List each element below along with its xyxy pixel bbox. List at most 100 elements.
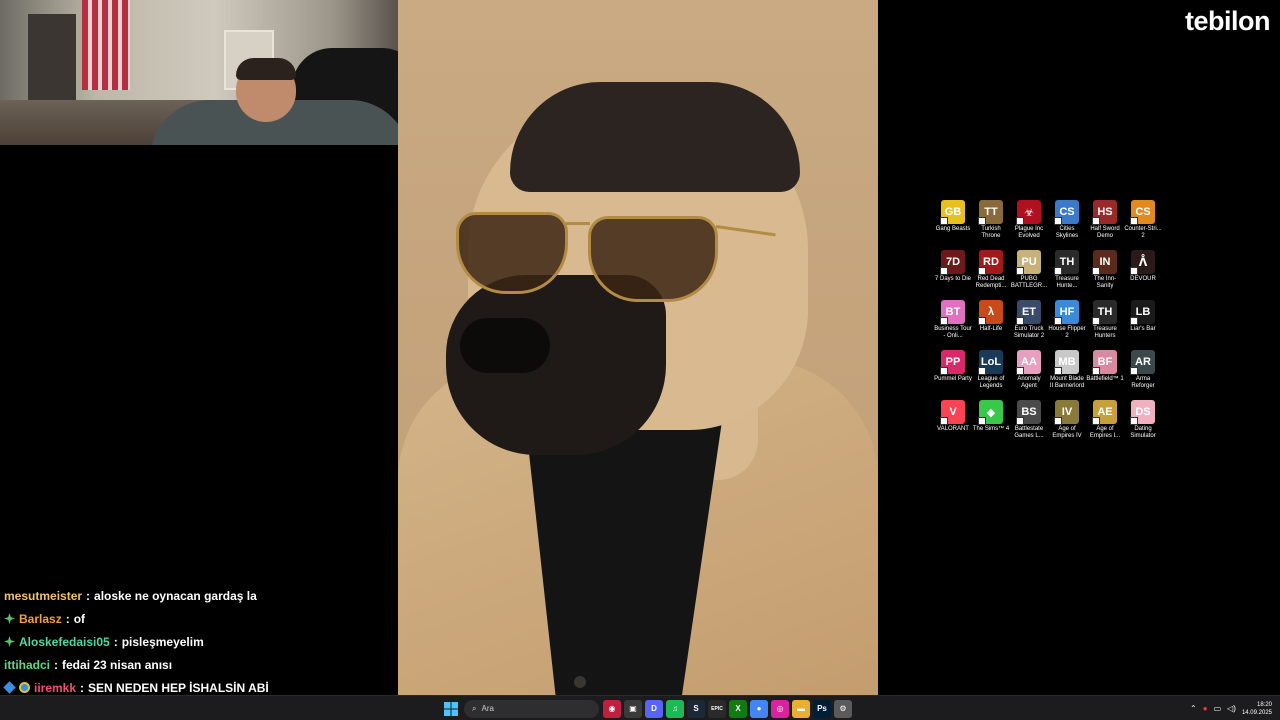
- desktop-shortcut[interactable]: IN The Inn-Sanity: [1086, 250, 1124, 300]
- desktop-shortcut[interactable]: ☣ Plague Inc Evolved: [1010, 200, 1048, 250]
- taskbar-xbox-icon[interactable]: X: [729, 699, 747, 718]
- desktop-shortcut[interactable]: CS Cities Skylines: [1048, 200, 1086, 250]
- game-shortcut-icon: CS: [1054, 200, 1079, 225]
- taskbar-stream-app-icon[interactable]: ◉: [603, 699, 621, 718]
- desktop-shortcut[interactable]: DS Dating Simulator: [1124, 400, 1162, 450]
- dog-nose: [460, 318, 550, 373]
- desktop-shortcut-label: Anomaly Agent: [1017, 376, 1041, 389]
- game-shortcut-icon: ᐰ: [1130, 250, 1155, 275]
- taskbar-steam-icon[interactable]: S: [687, 699, 705, 718]
- game-shortcut-icon: BF: [1092, 350, 1117, 375]
- chat-username[interactable]: mesutmeister: [4, 589, 82, 603]
- desktop-shortcut[interactable]: ET Euro Truck Simulator 2: [1010, 300, 1048, 350]
- desktop-shortcut-label: Half-Life: [979, 326, 1003, 332]
- chat-message-text: of: [73, 611, 86, 626]
- game-shortcut-icon: TH: [1092, 300, 1117, 325]
- chat-separator: :: [80, 680, 85, 695]
- desktop-shortcut[interactable]: ᐰ DEVOUR: [1124, 250, 1162, 300]
- desktop-shortcut[interactable]: AE Age of Empires I...: [1086, 400, 1124, 450]
- taskbar-photoshop-icon[interactable]: Ps: [813, 699, 831, 718]
- chat-message-text: aloske ne oynacan gardaş la: [94, 588, 257, 603]
- chat-message-text: SEN NEDEN HEP İSHALSİN ABİ: [88, 680, 269, 695]
- chat-username[interactable]: iiremkk: [34, 681, 76, 695]
- desktop-shortcut[interactable]: LB Liar's Bar: [1124, 300, 1162, 350]
- game-shortcut-icon: MB: [1054, 350, 1079, 375]
- chat-username[interactable]: ittihadci: [4, 658, 50, 672]
- desktop-shortcut[interactable]: HS Half Sword Demo: [1086, 200, 1124, 250]
- desktop-shortcut[interactable]: HF House Flipper 2: [1048, 300, 1086, 350]
- desktop-shortcut-label: 7 Days to Die: [934, 276, 971, 282]
- game-shortcut-icon: LoL: [978, 350, 1003, 375]
- desktop-shortcut[interactable]: BF Battlefield™ 1: [1086, 350, 1124, 400]
- desktop-shortcut[interactable]: CS Counter-Stri... 2: [1124, 200, 1162, 250]
- desktop-shortcut-label: Age of Empires I...: [1089, 426, 1121, 439]
- taskbar-instagram-icon[interactable]: ◎: [771, 699, 789, 718]
- webcam-person-hair: [236, 58, 296, 80]
- desktop-shortcut[interactable]: GB Gang Beasts: [934, 200, 972, 250]
- desktop-shortcut[interactable]: TT Turkish Throne: [972, 200, 1010, 250]
- webcam-shelf: [28, 14, 76, 104]
- desktop-shortcut-label: Liar's Bar: [1130, 326, 1156, 332]
- desktop-shortcut[interactable]: BT Business Tour - Onli...: [934, 300, 972, 350]
- taskbar-settings-icon[interactable]: ⚙: [834, 699, 852, 718]
- desktop-shortcut[interactable]: TH Treasure Hunters: [1086, 300, 1124, 350]
- chat-username[interactable]: Aloskefedaisi05: [19, 635, 110, 649]
- taskbar-epic-games-icon[interactable]: EPIC: [708, 699, 726, 718]
- desktop-shortcut[interactable]: PP Pummel Party: [934, 350, 972, 400]
- game-shortcut-icon: CS: [1130, 200, 1155, 225]
- game-shortcut-icon: IV: [1054, 400, 1079, 425]
- desktop-shortcut[interactable]: MB Mount Blade II Bannerlord: [1048, 350, 1086, 400]
- desktop-shortcut[interactable]: ◆ The Sims™ 4: [972, 400, 1010, 450]
- chat-message: Barlasz: of: [4, 607, 396, 630]
- desktop-shortcut[interactable]: 7D 7 Days to Die: [934, 250, 972, 300]
- desktop-shortcut[interactable]: LoL League of Legends: [972, 350, 1010, 400]
- desktop-shortcut-label: League of Legends: [977, 376, 1005, 389]
- start-button[interactable]: [442, 700, 460, 718]
- desktop-shortcut[interactable]: PU PUBG BATTLEGR...: [1010, 250, 1048, 300]
- desktop-shortcut-label: Age of Empires IV: [1052, 426, 1082, 439]
- desktop-shortcut[interactable]: AA Anomaly Agent: [1010, 350, 1048, 400]
- desktop-shortcut-label: Mount Blade II Bannerlord: [1049, 376, 1085, 389]
- volume-icon[interactable]: ◁): [1227, 704, 1236, 713]
- desktop-shortcut-label: Euro Truck Simulator 2: [1013, 326, 1045, 339]
- desktop-shortcut-label: The Sims™ 4: [972, 426, 1010, 432]
- chat-message-text: fedai 23 nisan anısı: [62, 657, 173, 672]
- desktop-shortcut-label: VALORANT: [937, 426, 969, 432]
- game-shortcut-icon: AE: [1092, 400, 1117, 425]
- game-shortcut-icon: BT: [940, 300, 965, 325]
- tray-overflow-chevron-icon[interactable]: ⌃: [1190, 704, 1197, 713]
- desktop-shortcut[interactable]: AR Arma Reforger: [1124, 350, 1162, 400]
- game-shortcut-icon: BS: [1016, 400, 1041, 425]
- game-shortcut-icon: ◆: [978, 400, 1003, 425]
- desktop-shortcut[interactable]: IV Age of Empires IV: [1048, 400, 1086, 450]
- game-shortcut-icon: ☣: [1016, 200, 1041, 225]
- desktop-shortcut-label: Turkish Throne: [981, 226, 1001, 239]
- taskbar-chrome-icon[interactable]: ●: [750, 699, 768, 718]
- desktop-shortcut[interactable]: λ Half-Life: [972, 300, 1010, 350]
- clock-date: 14.09.2025: [1241, 709, 1272, 716]
- taskbar-discord-icon[interactable]: D: [645, 699, 663, 718]
- windows-logo-icon: [444, 701, 458, 716]
- chat-username[interactable]: Barlasz: [19, 612, 62, 626]
- microphone-icon[interactable]: ●: [1203, 704, 1208, 713]
- network-icon[interactable]: ▭: [1214, 704, 1222, 713]
- desktop-shortcut-label: Red Dead Redempti...: [975, 276, 1007, 289]
- dog-in-suit-image: [398, 0, 878, 695]
- desktop-shortcut[interactable]: TH Treasure Hunte...: [1048, 250, 1086, 300]
- taskbar-search-box[interactable]: ⌕ Ara: [464, 699, 599, 718]
- desktop-shortcut-label: The Inn-Sanity: [1093, 276, 1117, 289]
- taskbar-spotify-icon[interactable]: ♫: [666, 699, 684, 718]
- taskbar-clock[interactable]: 18:20 14.09.2025: [1242, 701, 1272, 717]
- game-shortcut-icon: λ: [978, 300, 1003, 325]
- desktop-shortcut[interactable]: V VALORANT: [934, 400, 972, 450]
- taskbar-pinned-apps: ◉ ▣ D ♫ S EPIC X ● ◎ ▬ Ps ⚙: [603, 699, 852, 718]
- taskbar-file-explorer-icon[interactable]: ▬: [792, 699, 810, 718]
- desktop-shortcut-label: PUBG BATTLEGR...: [1010, 276, 1048, 289]
- desktop-shortcut[interactable]: BS Battlestate Games L...: [1010, 400, 1048, 450]
- game-shortcut-icon: HF: [1054, 300, 1079, 325]
- desktop-shortcut[interactable]: RD Red Dead Redempti...: [972, 250, 1010, 300]
- game-shortcut-icon: DS: [1130, 400, 1155, 425]
- taskbar-task-view-icon[interactable]: ▣: [624, 699, 642, 718]
- game-shortcut-icon: RD: [978, 250, 1003, 275]
- system-tray: ⌃ ● ▭ ◁) 18:20 14.09.2025: [1190, 698, 1272, 719]
